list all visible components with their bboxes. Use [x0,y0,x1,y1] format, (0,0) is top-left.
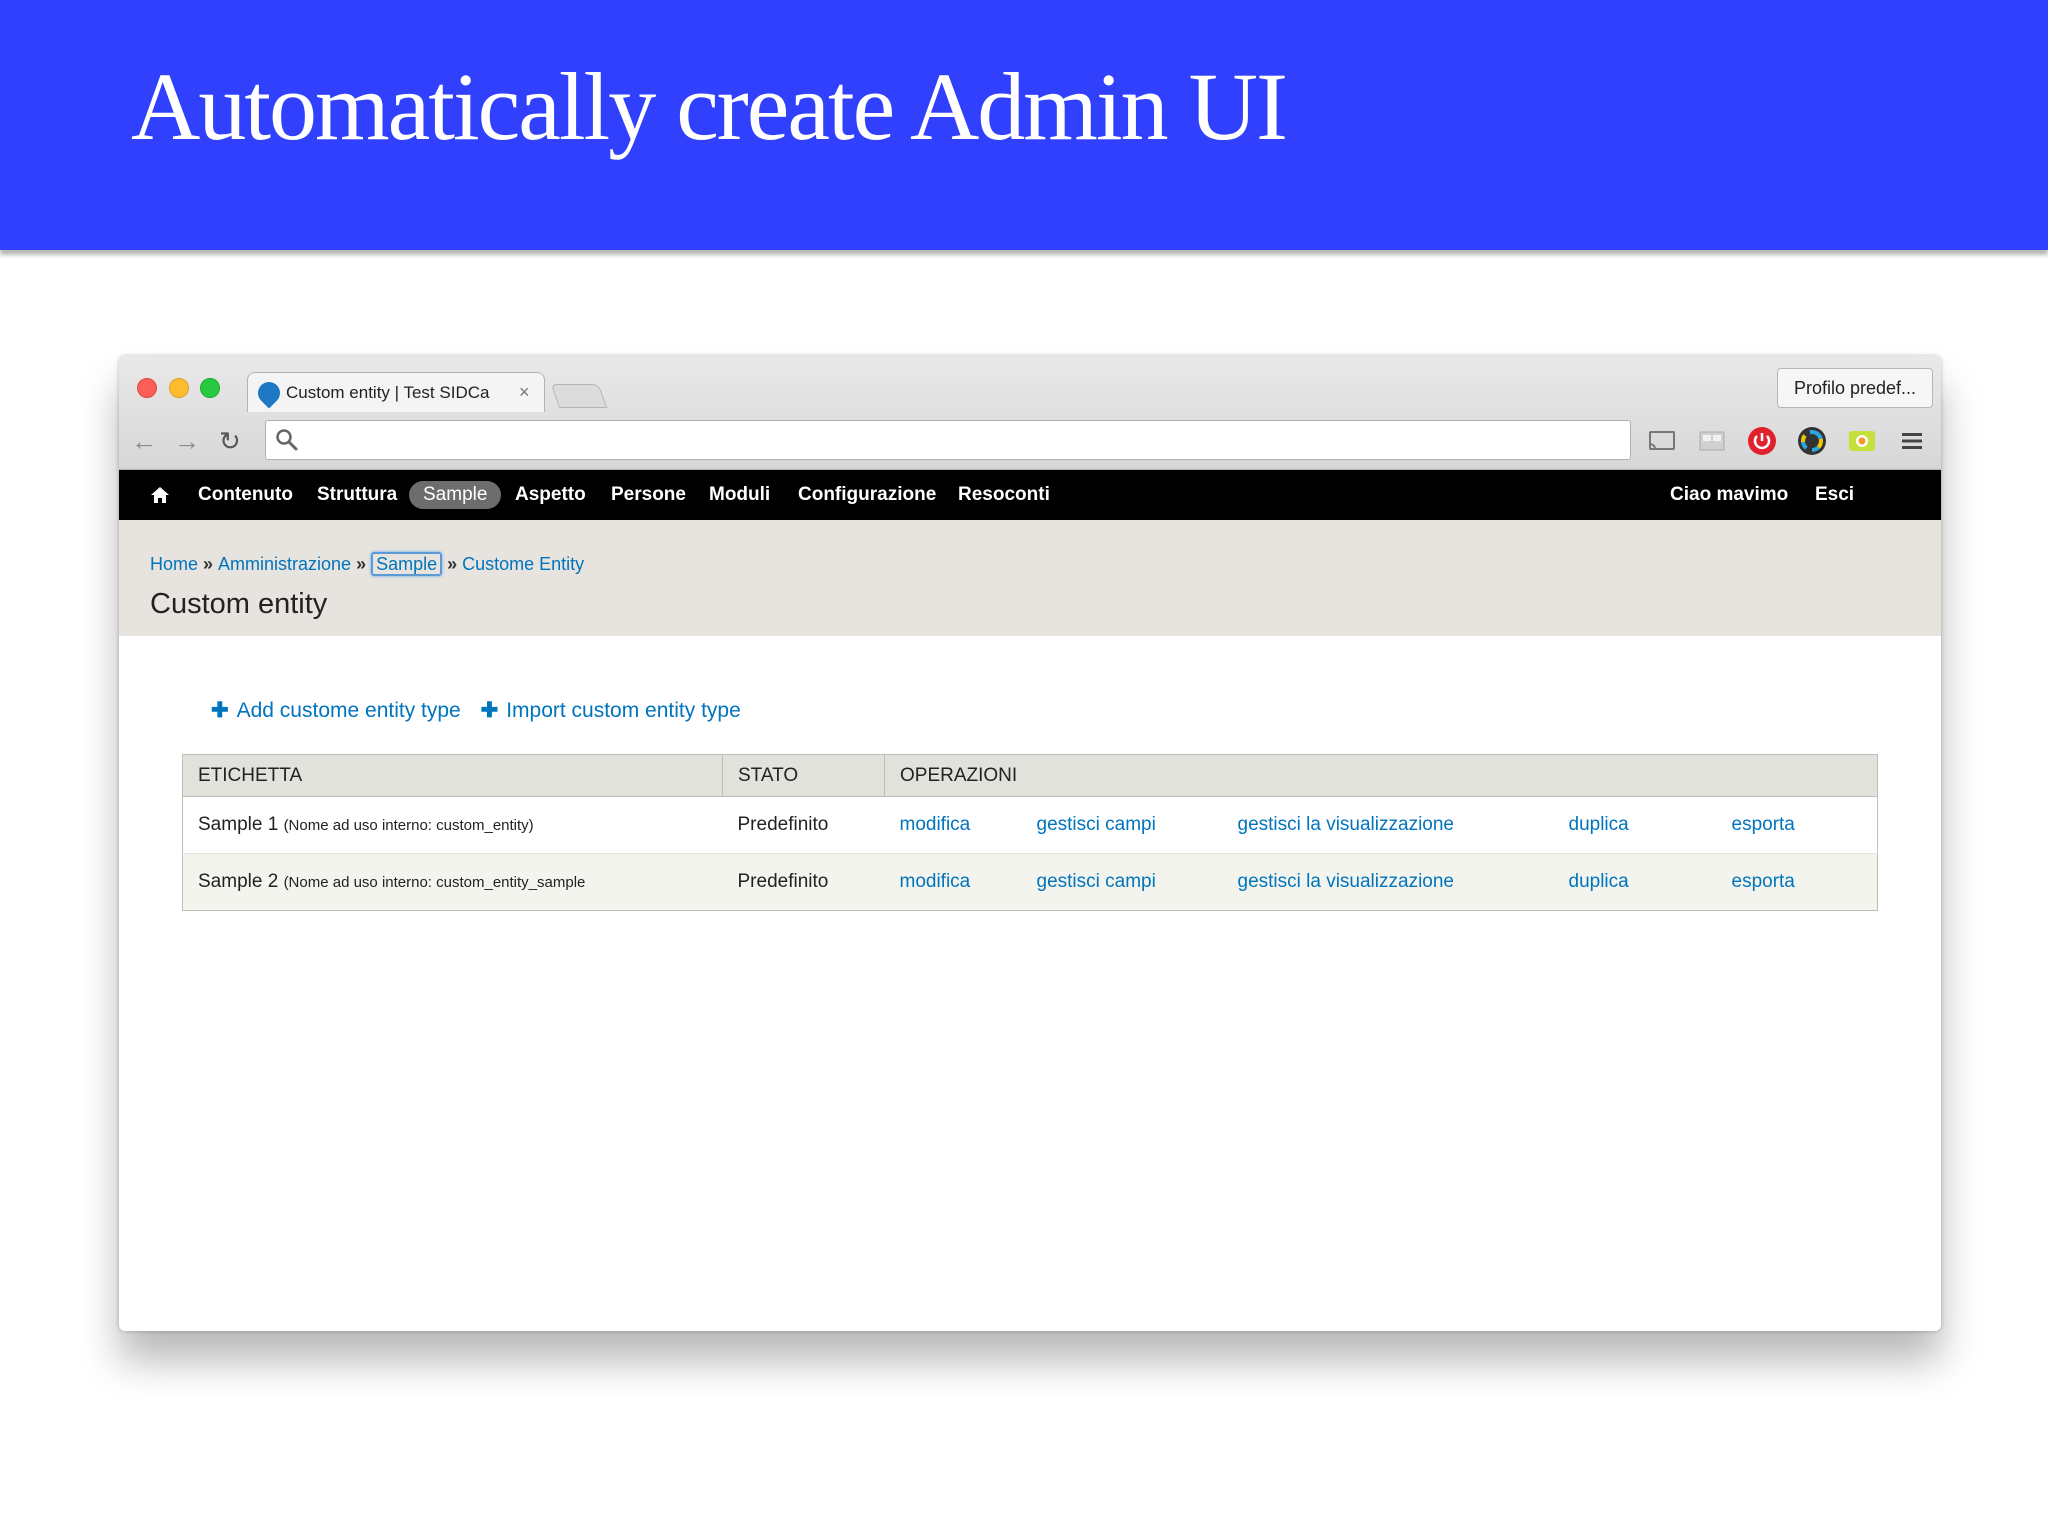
breadcrumb-separator: » [203,554,214,574]
color-picker-icon[interactable] [1797,426,1827,456]
toolbar-item-resoconti[interactable]: Resoconti [958,482,1050,508]
toolbar-item-sample[interactable]: Sample [409,481,502,509]
address-bar[interactable] [265,420,1631,460]
browser-tab[interactable]: Custom entity | Test SIDCa × [247,372,545,412]
entity-type-table: ETICHETTA STATO OPERAZIONI Sample 1 (Nom… [182,754,1878,911]
drupal-drop-icon [253,376,285,409]
toolbar-item-struttura[interactable]: Struttura [317,482,397,508]
address-input[interactable] [306,425,1616,455]
page-title: Custom entity [150,588,328,620]
logout-link[interactable]: Esci [1815,482,1854,508]
import-entity-type-link[interactable]: ✚ Import custom entity type [481,699,741,722]
user-greeting-link[interactable]: Ciao mavimo [1670,482,1788,508]
toolbar-item-contenuto[interactable]: Contenuto [198,482,293,508]
toolbar-item-moduli[interactable]: Moduli [709,482,770,508]
tab-title: Custom entity | Test SIDCa [286,382,490,402]
slide-title: Automatically create Admin UI [131,53,1288,160]
back-arrow-icon[interactable]: ← [131,426,157,456]
plus-icon: ✚ [480,699,499,722]
entity-label: Sample 2 [198,871,279,892]
table-row: Sample 1 (Nome ad uso interno: custom_en… [182,796,1878,854]
browser-chrome: Custom entity | Test SIDCa × Profilo pre… [119,356,1941,470]
import-entity-type-label: Import custom entity type [506,699,741,722]
close-window-button[interactable] [137,378,157,398]
menu-icon[interactable] [1897,426,1927,456]
slide-header: Automatically create Admin UI [0,0,2048,250]
new-tab-button[interactable] [550,384,608,408]
manage-fields-link[interactable]: gestisci campi [1037,814,1156,835]
machine-name: (Nome ad uso interno: custom_entity_samp… [283,874,586,891]
manage-display-link[interactable]: gestisci la visualizzazione [1238,871,1455,892]
power-icon[interactable] [1747,426,1777,456]
edit-link[interactable]: modifica [900,871,971,892]
export-link[interactable]: esporta [1732,871,1795,892]
duplicate-link[interactable]: duplica [1569,814,1629,835]
home-icon[interactable] [149,484,171,506]
row-label-cell: Sample 2 (Nome ad uso interno: custom_en… [182,853,723,911]
page-header: Home» Amministrazione» Sample» Custome Enti… [119,520,1941,636]
cast-icon[interactable] [1647,426,1677,456]
forward-arrow-icon[interactable]: → [174,426,200,456]
breadcrumb-amministrazione[interactable]: Amministrazione [218,554,351,574]
tab-close-icon[interactable]: × [519,382,530,403]
breadcrumb-separator: » [356,554,367,574]
screenshot-icon[interactable] [1847,426,1877,456]
column-header-operations: OPERAZIONI [884,754,1878,797]
toolbar-item-configurazione[interactable]: Configurazione [798,482,936,508]
manage-fields-link[interactable]: gestisci campi [1037,871,1156,892]
table-row: Sample 2 (Nome ad uso interno: custom_en… [182,853,1878,911]
table-header-row: ETICHETTA STATO OPERAZIONI [182,754,1878,797]
add-entity-type-label: Add custome entity type [236,699,461,722]
breadcrumb-sample[interactable]: Sample [371,552,443,576]
reader-icon[interactable] [1697,426,1727,456]
manage-display-link[interactable]: gestisci la visualizzazione [1238,814,1455,835]
add-entity-type-link[interactable]: ✚ Add custome entity type [211,699,461,722]
breadcrumb-separator: » [447,554,458,574]
search-icon [276,429,298,451]
action-links: ✚ Add custome entity type ✚ Import custom … [211,698,755,723]
breadcrumb-custome-entity[interactable]: Custome Entity [462,554,584,574]
row-status: Predefinito [722,853,885,911]
reload-icon[interactable]: ↻ [219,426,241,456]
toolbar-item-persone[interactable]: Persone [611,482,686,508]
duplicate-link[interactable]: duplica [1569,871,1629,892]
row-label-cell: Sample 1 (Nome ad uso interno: custom_en… [182,796,723,854]
column-header-label: ETICHETTA [182,754,723,797]
edit-link[interactable]: modifica [900,814,971,835]
toolbar-item-aspetto[interactable]: Aspetto [515,482,586,508]
machine-name: (Nome ad uso interno: custom_entity) [283,817,534,834]
zoom-window-button[interactable] [200,378,220,398]
breadcrumb: Home» Amministrazione» Sample» Custome Enti… [150,552,584,576]
breadcrumb-home[interactable]: Home [150,554,198,574]
profile-button[interactable]: Profilo predef... [1777,368,1933,408]
minimize-window-button[interactable] [169,378,189,398]
column-header-status: STATO [722,754,885,797]
row-status: Predefinito [722,796,885,854]
export-link[interactable]: esporta [1732,814,1795,835]
admin-toolbar: Contenuto Struttura Sample Aspetto Perso… [119,470,1941,520]
browser-window: Custom entity | Test SIDCa × Profilo pre… [119,356,1941,1331]
entity-label: Sample 1 [198,814,279,835]
plus-icon: ✚ [211,699,229,722]
